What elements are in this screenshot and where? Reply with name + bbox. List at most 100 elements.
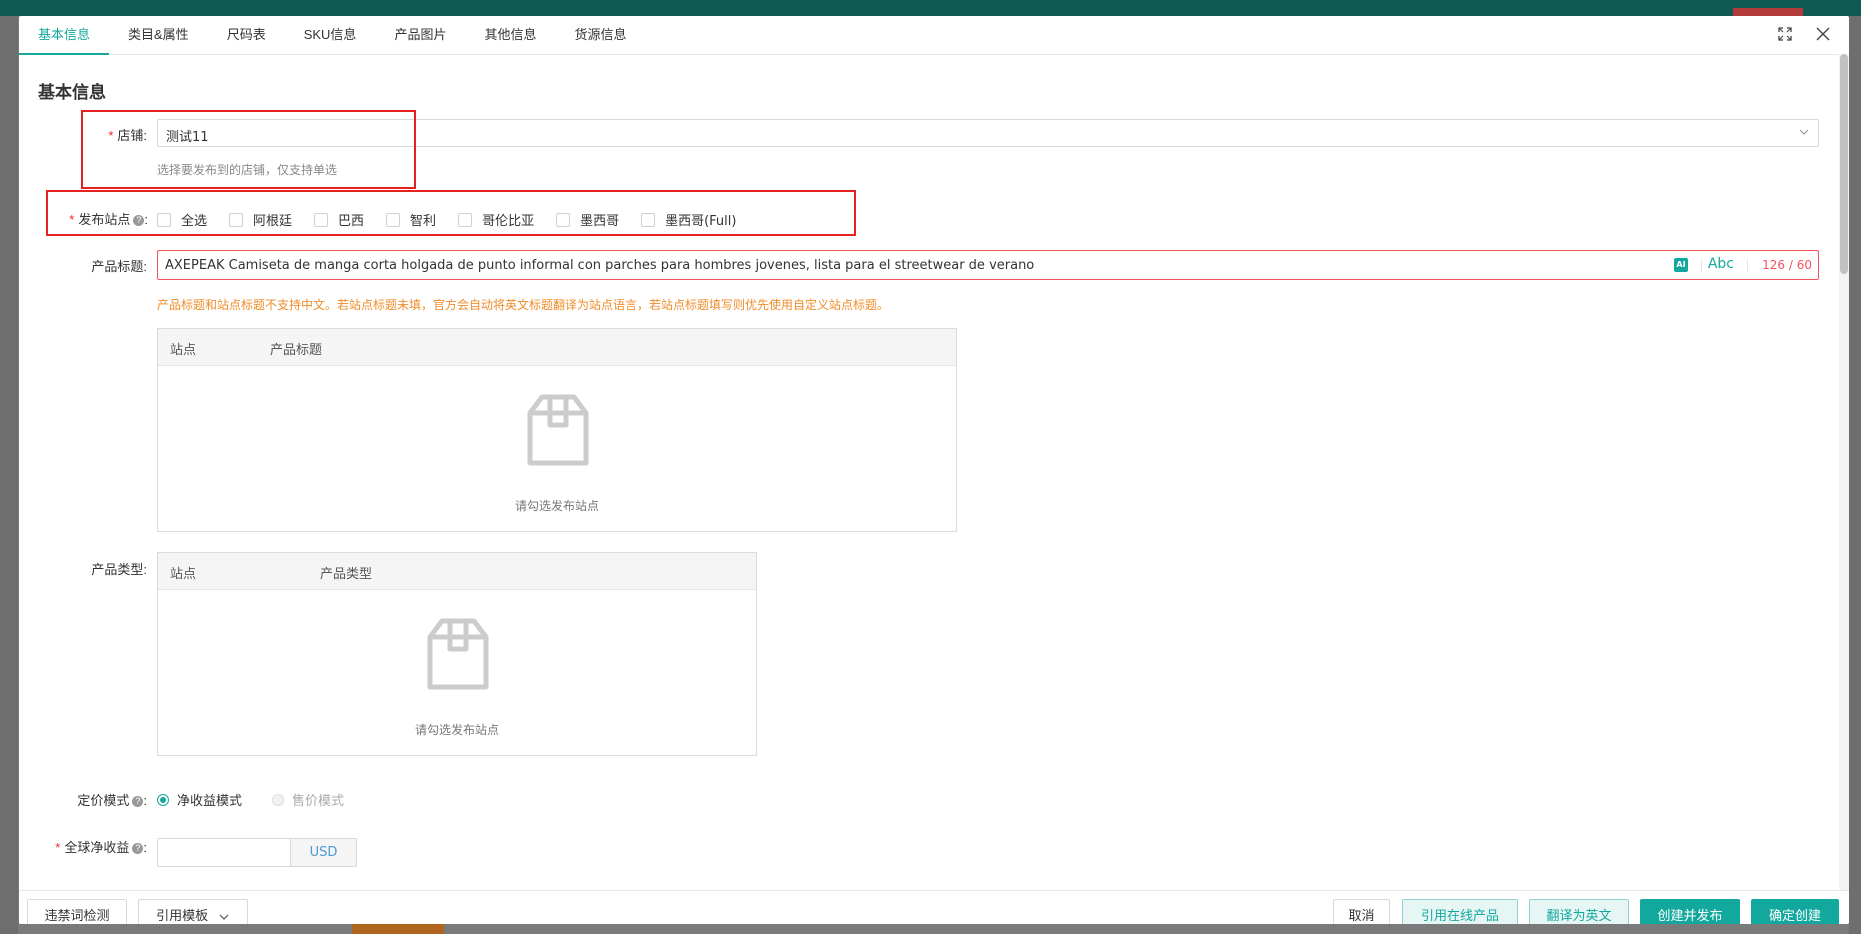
product-title-label: 产品标题: [91,259,147,274]
cancel-button[interactable]: 取消 [1333,899,1390,924]
background-topbar [0,0,1861,16]
modal-footer: 违禁词检测 引用模板 取消 引用在线产品 翻译为英文 创建并发布 确定创建 [19,890,1849,924]
checkbox-label: 阿根廷 [253,214,293,229]
reference-template-button[interactable]: 引用模板 [138,899,248,924]
radio-net-income-mode[interactable]: 净收益模式 [157,790,242,809]
required-mark: * [69,212,75,227]
help-icon[interactable]: ? [132,843,144,855]
tab-bar: 基本信息 类目&属性 尺码表 SKU信息 产品图片 其他信息 货源信息 [19,16,1849,55]
pricing-mode-label-text: 定价模式 [77,793,130,808]
store-label: * 店铺: [19,125,147,144]
reference-template-label: 引用模板 [156,908,209,923]
radio-price-mode[interactable]: 售价模式 [272,790,344,809]
reference-online-product-button[interactable]: 引用在线产品 [1402,899,1518,924]
background-orange-block [352,924,444,934]
spellcheck-abc-button[interactable]: Abc [1708,256,1734,272]
site-checkbox-chile[interactable]: 智利 [386,210,436,229]
checkbox[interactable] [386,212,401,227]
window-controls [1777,26,1831,42]
tab-product-images[interactable]: 产品图片 [375,16,465,54]
empty-text: 请勾选发布站点 [514,499,599,513]
chevron-down-icon [1799,129,1809,135]
sites-label-text: 发布站点 [78,212,131,227]
tab-size-chart[interactable]: 尺码表 [208,16,285,54]
tab-basic-info[interactable]: 基本信息 [19,16,110,55]
checkbox-label: 智利 [410,214,437,229]
help-icon[interactable]: ? [132,796,144,808]
column-header-product-title: 产品标题 [270,343,323,358]
chevron-down-icon [219,914,229,920]
pricing-mode-label: 定价模式?: [19,790,147,809]
checkbox-label: 全选 [181,214,208,229]
radio-label: 净收益模式 [177,794,243,809]
column-header-product-type: 产品类型 [320,567,373,582]
sites-label: * 发布站点?: [19,209,148,228]
required-mark: * [55,840,61,855]
global-net-income-field: USD [157,838,357,867]
site-checkbox-mexico[interactable]: 墨西哥 [556,210,619,229]
product-type-label: 产品类型: [91,562,147,577]
table-header: 站点 产品标题 [158,329,956,366]
checkbox[interactable] [314,212,329,227]
checkbox-label: 墨西哥(Full) [665,214,737,229]
tab-sku-info[interactable]: SKU信息 [285,16,376,54]
tab-category-attributes[interactable]: 类目&属性 [109,16,208,54]
empty-box-icon [527,394,589,466]
sites-checkbox-group: 全选 阿根廷 巴西 智利 哥伦比亚 墨西哥 墨西哥(Full) [157,210,758,229]
ai-icon[interactable]: AI [1674,258,1688,272]
site-checkbox-mexico-full[interactable]: 墨西哥(Full) [641,210,736,229]
global-net-income-label-text: 全球净收益 [64,840,130,855]
radio-dot[interactable] [157,793,169,806]
tab-other-info[interactable]: 其他信息 [465,16,555,54]
checkbox-label: 哥伦比亚 [482,214,535,229]
global-net-income-label: * 全球净收益?: [19,837,147,856]
empty-text: 请勾选发布站点 [414,723,499,737]
column-header-site: 站点 [170,343,197,358]
checkbox-label: 巴西 [338,214,365,229]
checkbox[interactable] [641,212,656,227]
required-mark: * [108,128,114,143]
divider [1747,259,1748,272]
section-title: 基本信息 [38,83,106,102]
product-title-value: AXEPEAK Camiseta de manga corta holgada … [165,258,1035,273]
global-net-income-input[interactable] [157,838,290,867]
checkbox[interactable] [556,212,571,227]
divider [1701,259,1702,272]
store-select[interactable]: 测试11 [157,119,1819,147]
close-icon[interactable] [1815,26,1831,42]
checkbox[interactable] [458,212,473,227]
help-icon[interactable]: ? [133,215,145,227]
checkbox[interactable] [229,212,244,227]
background-left-strip [0,16,18,934]
site-checkbox-select-all[interactable]: 全选 [157,210,207,229]
store-label-text: 店铺: [117,128,147,143]
confirm-create-button[interactable]: 确定创建 [1751,899,1839,924]
global-net-income-label-colon: : [143,840,147,855]
checkbox[interactable] [157,212,171,227]
sites-label-colon: : [144,212,148,227]
radio-dot[interactable] [272,793,285,806]
prohibited-words-check-button[interactable]: 违禁词检测 [27,899,127,924]
scrollbar-thumb[interactable] [1840,54,1848,274]
char-count: 126 / 60 [1762,258,1812,272]
product-title-input[interactable]: AXEPEAK Camiseta de manga corta holgada … [157,250,1819,280]
translate-to-english-button[interactable]: 翻译为英文 [1529,899,1629,924]
checkbox-label: 墨西哥 [580,214,620,229]
title-warning-text: 产品标题和站点标题不支持中文。若站点标题未填，官方会自动将英文标题翻译为站点语言… [157,298,890,312]
column-header-site: 站点 [170,567,197,582]
site-checkbox-argentina[interactable]: 阿根廷 [229,210,292,229]
tab-source-info[interactable]: 货源信息 [555,16,645,54]
background-right-strip [1849,16,1861,934]
site-checkbox-brazil[interactable]: 巴西 [314,210,364,229]
create-and-publish-button[interactable]: 创建并发布 [1640,899,1740,924]
empty-box-icon [427,618,489,690]
radio-label: 售价模式 [292,794,345,809]
pricing-mode-radio-group: 净收益模式 售价模式 [157,790,374,809]
pricing-mode-label-colon: : [143,793,147,808]
product-edit-modal: 基本信息 类目&属性 尺码表 SKU信息 产品图片 其他信息 货源信息 基本信息… [19,16,1849,924]
site-type-table: 站点 产品类型 请勾选发布站点 [157,552,757,756]
site-title-table: 站点 产品标题 请勾选发布站点 [157,328,957,532]
site-checkbox-colombia[interactable]: 哥伦比亚 [458,210,534,229]
currency-unit: USD [290,838,357,867]
fullscreen-icon[interactable] [1777,26,1793,42]
